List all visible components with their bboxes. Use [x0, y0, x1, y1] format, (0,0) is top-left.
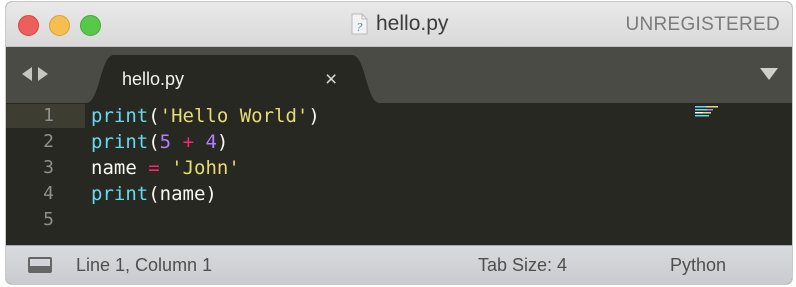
tab-navigation [22, 67, 48, 81]
code-token: 'John' [171, 157, 240, 179]
tab-hello-py[interactable]: hello.py × [86, 55, 380, 103]
minimap[interactable] [695, 106, 729, 118]
code-token: = [148, 157, 160, 179]
code-line[interactable]: name = 'John' [91, 155, 240, 181]
code-line[interactable]: print(5 + 4) [91, 129, 228, 155]
code-token: ) [216, 131, 229, 153]
line-number: 3 [43, 157, 54, 178]
line-number: 5 [43, 209, 54, 230]
code-token: ( [148, 105, 160, 127]
python-file-icon: ? [351, 13, 368, 35]
status-bar: Line 1, Column 1 Tab Size: 4 Python [6, 245, 792, 284]
nav-forward-icon[interactable] [38, 67, 48, 81]
cursor-position[interactable]: Line 1, Column 1 [76, 255, 212, 276]
close-window-button[interactable] [18, 15, 39, 36]
tab-size-indicator[interactable]: Tab Size: 4 [478, 255, 567, 276]
minimize-window-button[interactable] [49, 15, 70, 36]
code-token: 5 [159, 131, 172, 153]
code-line[interactable]: print(name) [91, 181, 217, 207]
code-token: + [182, 131, 195, 153]
title-bar: ? hello.py UNREGISTERED [6, 2, 792, 47]
window-title-area: ? hello.py [351, 11, 448, 37]
code-token: ( [148, 131, 160, 153]
line-number: 1 [43, 105, 54, 126]
nav-back-icon[interactable] [22, 67, 32, 81]
line-number: 4 [43, 183, 54, 204]
syntax-indicator[interactable]: Python [670, 255, 726, 276]
tab-label: hello.py [122, 69, 185, 89]
zoom-window-button[interactable] [80, 15, 101, 36]
code-token: (name) [148, 183, 217, 205]
code-token: ) [308, 105, 320, 127]
code-editor[interactable]: 1 2 3 4 5 print('Hello World') print(5 +… [6, 103, 792, 245]
editor-window: ? hello.py UNREGISTERED hello.py × 1 2 3… [6, 2, 792, 284]
close-icon[interactable]: × [325, 68, 337, 92]
panel-toggle-icon[interactable] [28, 257, 52, 273]
code-line[interactable]: print('Hello World') [91, 103, 320, 129]
code-token: 'Hello World' [159, 105, 309, 127]
tab-bar: hello.py × [6, 47, 792, 103]
code-token: print [91, 131, 149, 153]
line-number: 2 [43, 131, 54, 152]
registration-status: UNREGISTERED [625, 14, 780, 35]
code-token: 4 [205, 131, 217, 153]
code-token: name [91, 157, 137, 179]
svg-text:?: ? [357, 21, 363, 34]
code-token: print [91, 105, 149, 127]
window-title: hello.py [376, 12, 449, 35]
tab-menu-icon[interactable] [760, 68, 778, 80]
line-number-gutter: 1 2 3 4 5 [6, 103, 85, 245]
code-token: print [91, 183, 149, 205]
